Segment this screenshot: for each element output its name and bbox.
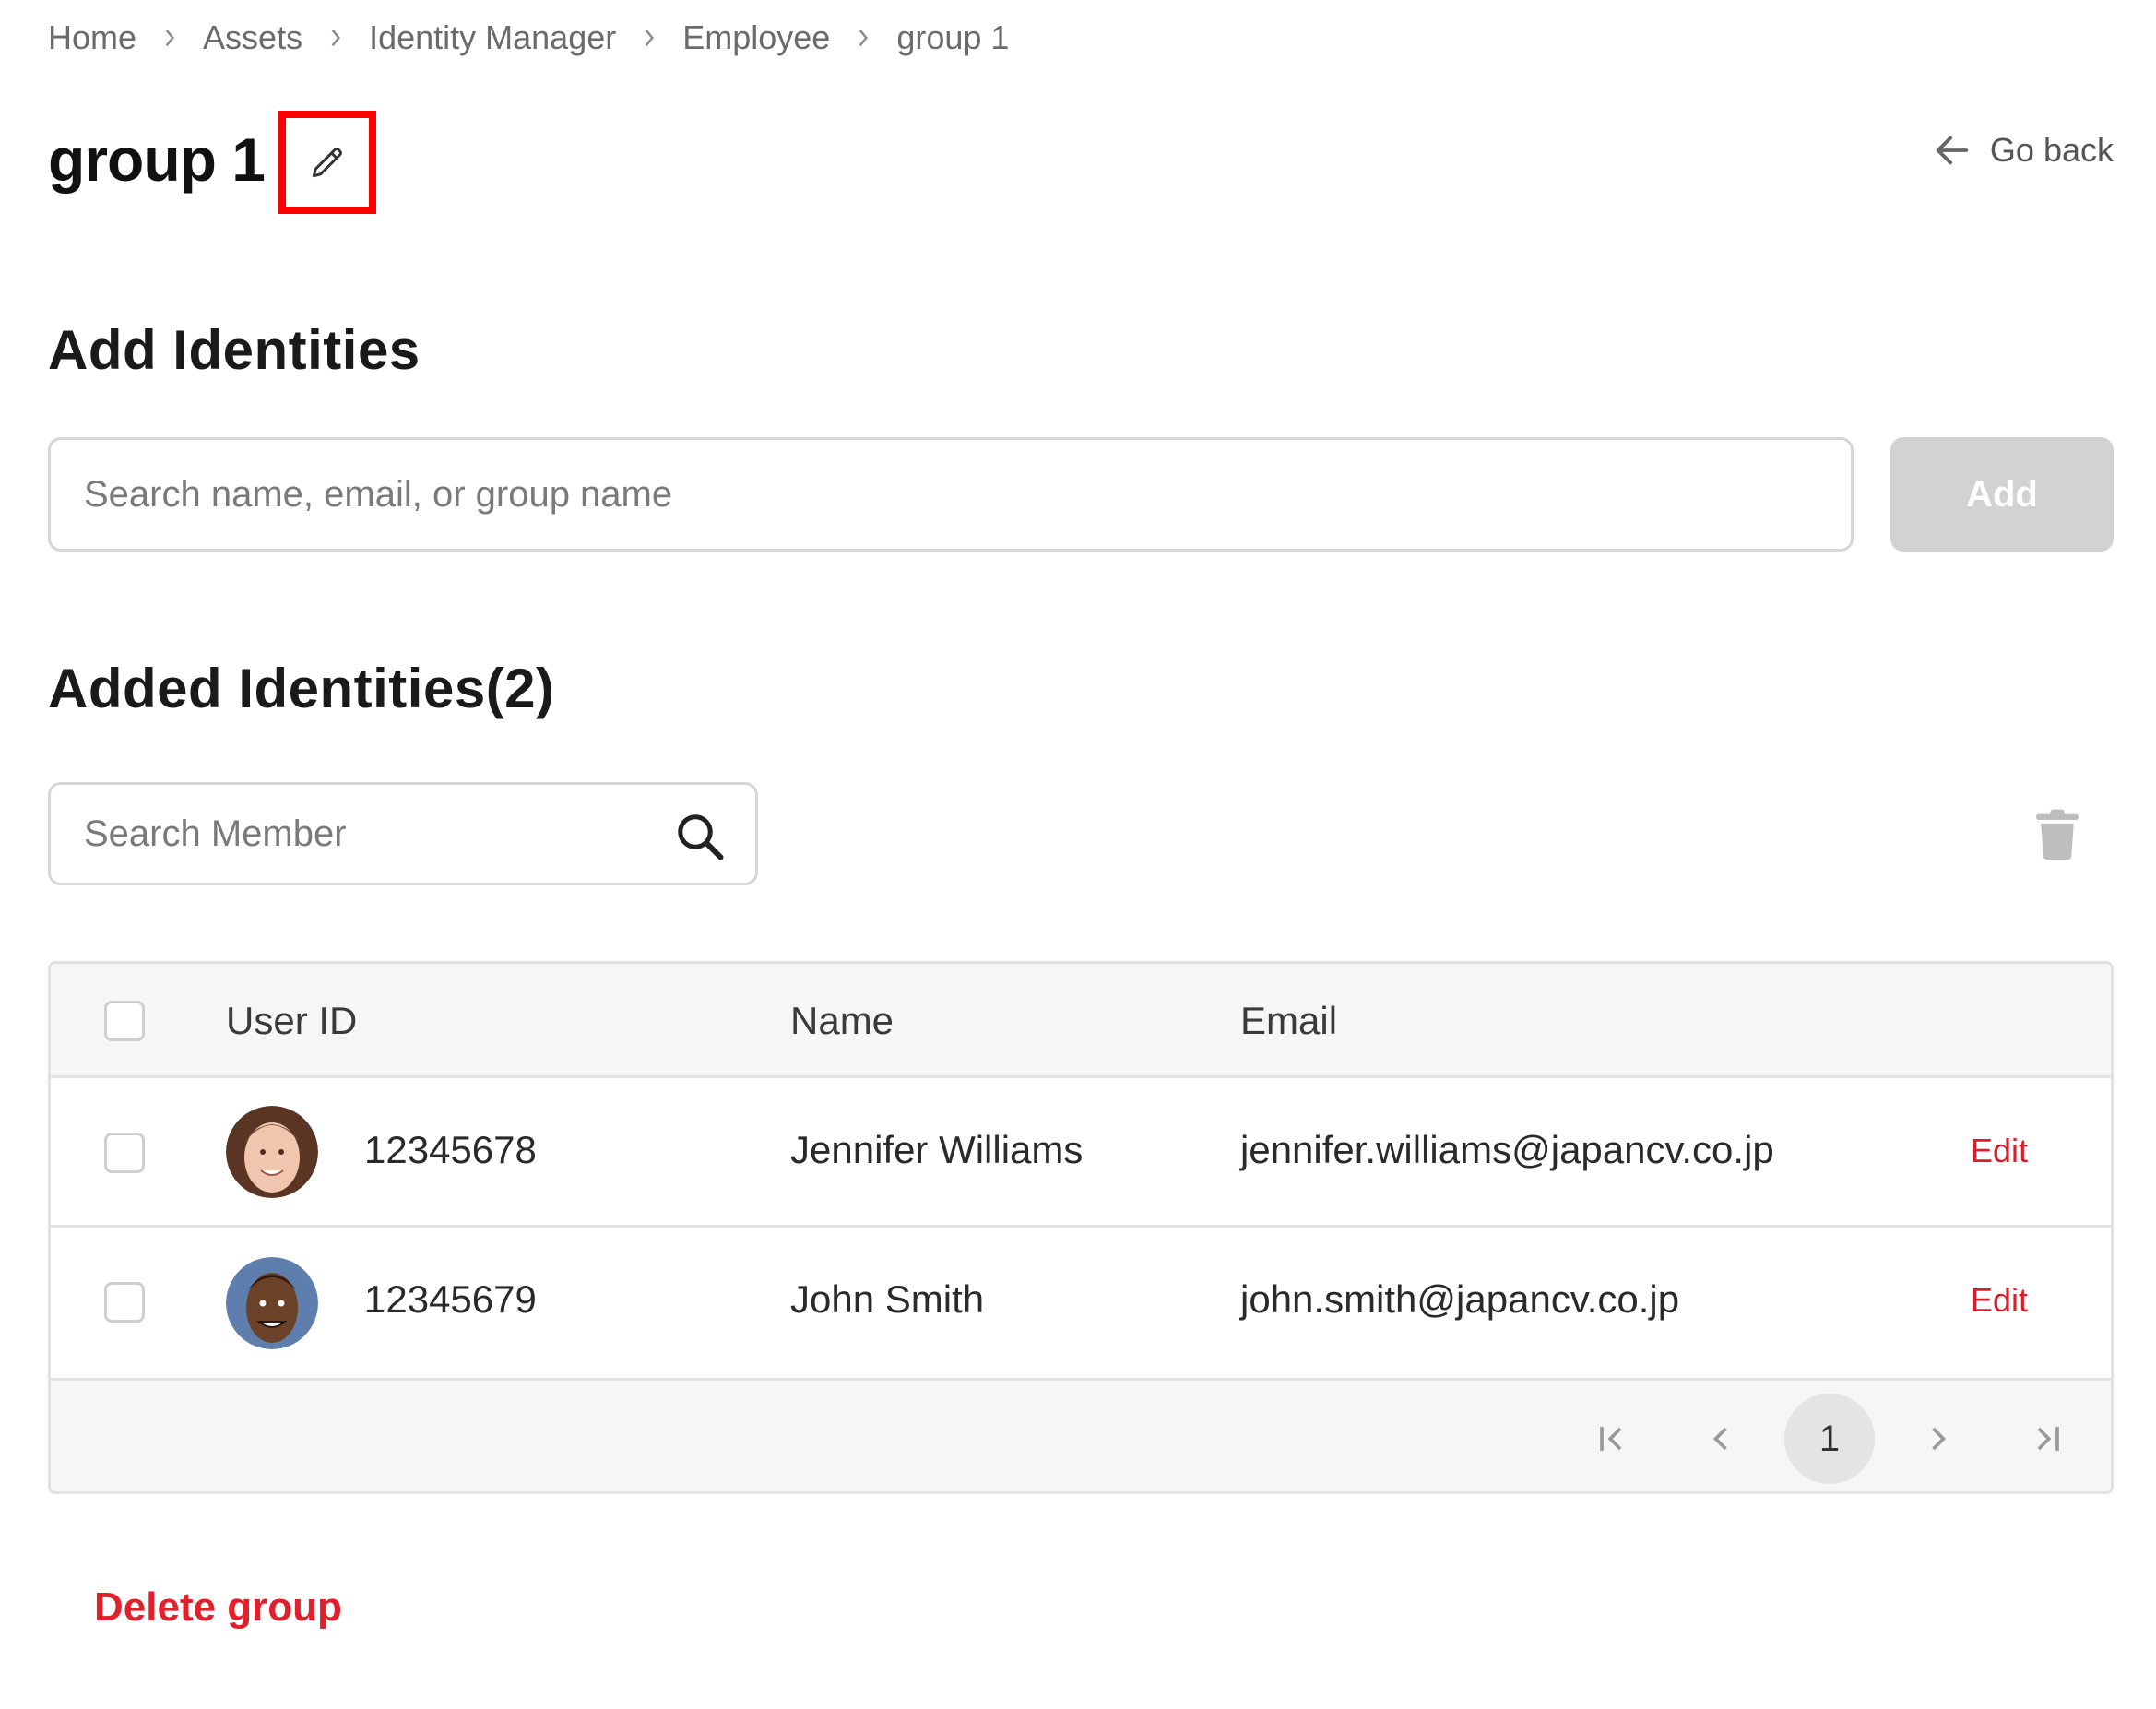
- last-page-icon: [2037, 1427, 2059, 1451]
- next-page-button[interactable]: [1893, 1394, 1984, 1484]
- select-all-checkbox[interactable]: [104, 1001, 145, 1041]
- identity-search-input[interactable]: [48, 437, 1854, 552]
- breadcrumb-employee[interactable]: Employee: [682, 18, 830, 57]
- search-icon[interactable]: [672, 809, 728, 864]
- breadcrumb-assets[interactable]: Assets: [203, 18, 302, 57]
- chevron-right-icon: [845, 19, 882, 56]
- pencil-icon: [312, 148, 342, 178]
- column-header-name[interactable]: Name: [790, 999, 894, 1043]
- name-cell: John Smith: [790, 1277, 985, 1321]
- row-checkbox[interactable]: [104, 1133, 145, 1173]
- avatar: [226, 1257, 318, 1349]
- go-back-link[interactable]: Go back: [1931, 129, 2114, 172]
- chevron-right-icon: [631, 19, 668, 56]
- table-header: User ID Name Email: [51, 964, 2111, 1078]
- name-cell: Jennifer Williams: [790, 1128, 1084, 1171]
- breadcrumb-home[interactable]: Home: [48, 18, 136, 57]
- chevron-right-icon: [1932, 1427, 1947, 1451]
- member-search-input[interactable]: [51, 785, 641, 883]
- column-header-email[interactable]: Email: [1240, 999, 1337, 1043]
- avatar: [226, 1106, 318, 1198]
- breadcrumb: Home Assets Identity Manager Employee gr…: [48, 18, 1009, 57]
- trash-icon[interactable]: [2029, 802, 2086, 863]
- title-row: group 1: [48, 111, 376, 214]
- delete-group-button[interactable]: Delete group: [94, 1584, 342, 1631]
- last-page-button[interactable]: [2002, 1394, 2092, 1484]
- chevron-left-icon: [1712, 1427, 1727, 1451]
- chevron-right-icon: [151, 19, 188, 56]
- row-checkbox[interactable]: [104, 1282, 145, 1323]
- pagination: 1: [1548, 1394, 2092, 1484]
- page-number-current[interactable]: 1: [1784, 1394, 1875, 1484]
- add-identities-heading: Add Identities: [48, 319, 421, 381]
- page-title: group 1: [48, 125, 266, 194]
- add-button[interactable]: Add: [1890, 437, 2114, 552]
- edit-title-button[interactable]: [278, 111, 376, 214]
- chevron-right-icon: [317, 19, 354, 56]
- arrow-left-icon: [1936, 136, 1969, 165]
- breadcrumb-identity-manager[interactable]: Identity Manager: [369, 18, 616, 57]
- user-id-cell: 12345678: [364, 1128, 537, 1171]
- edit-link[interactable]: Edit: [1971, 1132, 2028, 1170]
- first-page-icon: [1600, 1427, 1622, 1451]
- column-header-user-id[interactable]: User ID: [226, 999, 357, 1043]
- first-page-button[interactable]: [1567, 1394, 1657, 1484]
- go-back-label: Go back: [1989, 131, 2114, 169]
- table-row[interactable]: 12345678 Jennifer Williams jennifer.will…: [51, 1078, 2111, 1228]
- table-row[interactable]: 12345679 John Smith john.smith@japancv.c…: [51, 1228, 2111, 1381]
- email-cell: jennifer.williams@japancv.co.jp: [1240, 1128, 1774, 1171]
- user-id-cell: 12345679: [364, 1277, 537, 1321]
- email-cell: john.smith@japancv.co.jp: [1240, 1277, 1680, 1321]
- added-identities-heading: Added Identities(2): [48, 658, 555, 719]
- identities-table: User ID Name Email 12345678 Jennifer Wil…: [48, 961, 2114, 1494]
- prev-page-button[interactable]: [1676, 1394, 1766, 1484]
- edit-link[interactable]: Edit: [1971, 1281, 2028, 1320]
- member-search-box: [48, 782, 758, 885]
- breadcrumb-current: group 1: [896, 18, 1010, 56]
- table-footer: 1: [51, 1381, 2111, 1491]
